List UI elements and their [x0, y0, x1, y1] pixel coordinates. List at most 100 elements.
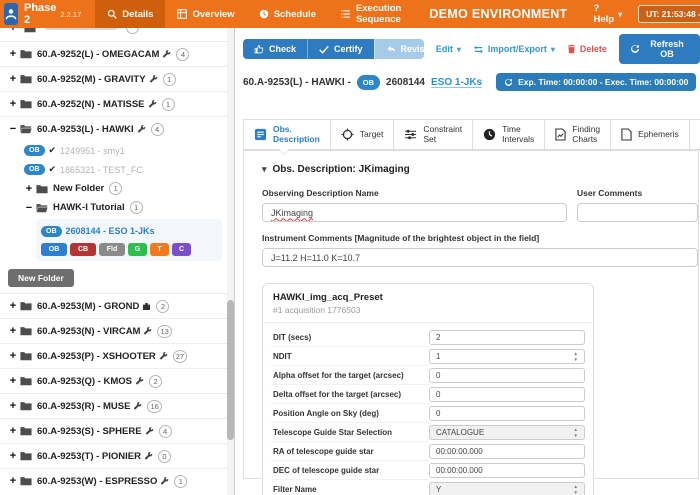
tab-content-panel: Obs. Description: JKimaging Observing De… — [243, 150, 699, 479]
tree-item-partial[interactable]: + — [0, 28, 234, 41]
expand-icon[interactable]: + — [8, 426, 18, 436]
ob-item-label: 1249951 - smy1 — [60, 146, 125, 156]
delta-offset-input[interactable]: 0 — [429, 387, 585, 402]
collapse-icon[interactable]: − — [24, 203, 34, 213]
obs-description-form-row: Observing Description Name JKimaging Use… — [262, 188, 698, 222]
tree-item-sphere[interactable]: + 60.A-9253(S) - SPHERE 4 — [0, 418, 234, 443]
badge-fld[interactable]: Fld — [99, 243, 125, 256]
check-button[interactable]: Check — [243, 39, 307, 59]
nav-item-execution-sequence[interactable]: Execution Sequence — [328, 0, 413, 28]
ob-name-link[interactable]: ESO 1-JKs — [431, 77, 482, 88]
tree-item-hawki[interactable]: − 60.A-9253(L) - HAWKI 4 — [0, 116, 234, 141]
tree-item-label: 60.A-9253(W) - ESPRESSO — [37, 476, 157, 487]
expand-icon[interactable]: + — [8, 49, 18, 59]
tree-item-muse[interactable]: + 60.A-9253(R) - MUSE 16 — [0, 393, 234, 418]
nav-item-details[interactable]: Details — [95, 0, 165, 28]
user-comments-input[interactable] — [577, 203, 698, 222]
badge-ob[interactable]: OB — [41, 243, 67, 256]
exec-time-pill[interactable]: Exp. Time: 00:00:00 - Exec. Time: 00:00:… — [496, 73, 696, 91]
ob-item-eso-1-jks-selected[interactable]: OB 2608144 - ESO 1-JKs — [41, 222, 217, 240]
folder-icon — [20, 49, 32, 59]
expand-icon[interactable]: + — [8, 74, 18, 84]
active-tab-notch — [278, 149, 290, 155]
badge-c[interactable]: C — [172, 243, 191, 256]
form-icon — [254, 128, 267, 141]
alpha-offset-input[interactable]: 0 — [429, 368, 585, 383]
ob-item-test-fc[interactable]: OB ✔ 1865321 - TEST_FC — [0, 160, 234, 179]
tree-item-kmos[interactable]: + 60.A-9253(Q) - KMOS 2 — [0, 368, 234, 393]
toolbox-icon — [142, 302, 151, 311]
guide-star-dec-input[interactable]: 00:00:00.000 — [429, 463, 585, 478]
tab-time-intervals[interactable]: TimeIntervals — [473, 119, 545, 150]
tab-constraint-set[interactable]: ConstraintSet — [394, 119, 473, 150]
param-label: DIT (secs) — [271, 328, 429, 347]
certify-button[interactable]: Certify — [307, 39, 374, 59]
expand-icon[interactable]: + — [8, 376, 18, 386]
tree-item-matisse[interactable]: + 60.A-9252(N) - MATISSE 1 — [0, 91, 234, 116]
ndit-input[interactable]: 1 — [429, 349, 585, 364]
badge-cb[interactable]: CB — [70, 243, 96, 256]
nav-item-overview[interactable]: Overview — [165, 0, 246, 28]
param-value: 00:00:00.000 — [436, 466, 483, 475]
tree-item-espresso[interactable]: + 60.A-9253(W) - ESPRESSO 1 — [0, 468, 234, 493]
section-title: Obs. Description: JKimaging — [273, 164, 410, 175]
tree-item-new-folder[interactable]: + New Folder 1 — [0, 179, 234, 198]
tree-item-label: 60.A-9253(R) - MUSE — [37, 401, 130, 412]
tree-item-grond[interactable]: + 60.A-9253(M) - GROND 2 — [0, 293, 234, 318]
filter-name-select[interactable]: Y — [429, 482, 585, 495]
param-row-guide-star-ra: RA of telescope guide star 00:00:00.000 — [271, 442, 585, 461]
collapse-icon[interactable]: − — [8, 124, 18, 134]
expand-icon[interactable]: + — [8, 476, 18, 486]
tree-item-gravity[interactable]: + 60.A-9252(M) - GRAVITY 1 — [0, 66, 234, 91]
refresh-ob-button[interactable]: Refresh OB — [619, 34, 700, 64]
certify-label: Certify — [334, 44, 363, 54]
tab-obs-description[interactable]: Obs.Description — [243, 119, 331, 150]
expand-icon[interactable]: + — [8, 351, 18, 361]
tree-item-omegacam[interactable]: + 60.A-9252(L) - OMEGACAM 4 — [0, 41, 234, 66]
badge-t[interactable]: T — [150, 243, 169, 256]
new-folder-button[interactable]: New Folder — [8, 269, 74, 287]
main-layout: + + 60.A-9252(L) - OMEGACAM 4 + 60.A-925… — [0, 28, 700, 495]
sidebar-scrollbar-thumb[interactable] — [227, 300, 234, 440]
delete-ob-button[interactable]: Delete — [567, 44, 607, 54]
tab-finding-charts[interactable]: FindingCharts — [545, 119, 611, 150]
revise-button[interactable]: Revise — [374, 39, 424, 59]
thumbs-up-icon — [254, 44, 264, 54]
nav-item-schedule[interactable]: Schedule — [247, 0, 328, 28]
dit-input[interactable]: 2 — [429, 330, 585, 345]
tree-item-pionier[interactable]: + 60.A-9253(T) - PIONIER 0 — [0, 443, 234, 468]
tree-item-vircam[interactable]: + 60.A-9253(N) - VIRCAM 13 — [0, 318, 234, 343]
list-icon — [340, 9, 351, 19]
expand-icon[interactable]: + — [8, 301, 18, 311]
tree-item-hawki-tutorial[interactable]: − HAWK-I Tutorial 1 — [0, 198, 234, 217]
tree-item-xshooter[interactable]: + 60.A-9253(P) - XSHOOTER 27 — [0, 343, 234, 368]
number-spinner[interactable] — [574, 351, 578, 361]
obs-description-section-header[interactable]: Obs. Description: JKimaging — [262, 164, 698, 175]
help-menu[interactable]: ? Help — [583, 0, 632, 28]
guide-star-selection-select[interactable]: CATALOGUE — [429, 425, 585, 440]
app-brand: Phase 2 2.2.17 — [24, 0, 95, 28]
app-name: Phase 2 — [24, 2, 56, 26]
position-angle-input[interactable]: 0 — [429, 406, 585, 421]
obs-name-value: JKimaging — [271, 208, 313, 218]
expand-icon[interactable]: + — [8, 99, 18, 109]
tab-ephemeris[interactable]: Ephemeris — [611, 119, 690, 150]
ob-toolbar: Check Certify Revise Edit — [243, 34, 700, 64]
expand-icon[interactable]: + — [24, 184, 34, 194]
tab-target[interactable]: Target — [331, 119, 395, 150]
badge-g[interactable]: G — [128, 243, 147, 256]
ob-id: 2608144 — [386, 77, 425, 88]
clipped-text — [45, 28, 117, 30]
eso-logo[interactable] — [4, 3, 18, 25]
edit-menu[interactable]: Edit — [436, 44, 461, 54]
instrument-comments-input[interactable]: J=11.2 H=11.0 K=10.7 — [262, 248, 698, 267]
import-export-menu[interactable]: Import/Export — [473, 44, 555, 54]
tab-target-visibility[interactable]: TargetVisibility — [690, 119, 700, 150]
expand-icon[interactable]: + — [8, 326, 18, 336]
expand-icon[interactable]: + — [8, 401, 18, 411]
guide-star-ra-input[interactable]: 00:00:00.000 — [429, 444, 585, 459]
obs-name-input[interactable]: JKimaging — [262, 203, 567, 222]
expand-icon[interactable]: + — [8, 451, 18, 461]
ob-item-smy1[interactable]: OB ✔ 1249951 - smy1 — [0, 141, 234, 160]
folder-icon — [20, 301, 32, 311]
